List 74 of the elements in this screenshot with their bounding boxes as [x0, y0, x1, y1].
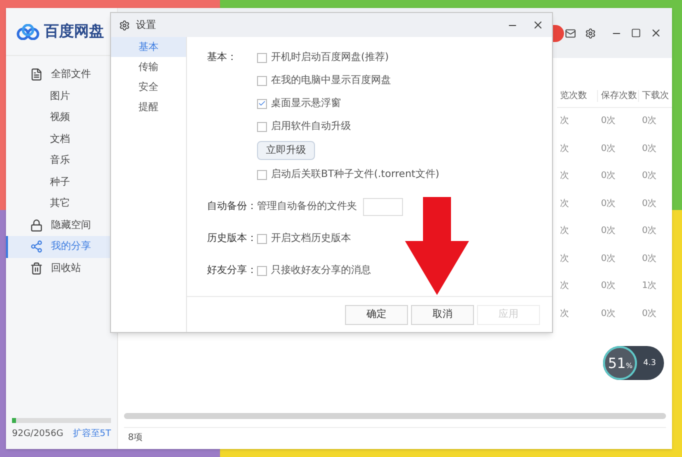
table-cell-text: 0次: [600, 252, 617, 266]
column-header: 下载次: [641, 90, 670, 102]
table-cell-text: 0次: [600, 225, 617, 238]
checkbox[interactable]: [257, 122, 267, 132]
maximize-icon[interactable]: [631, 28, 641, 38]
option-text: 管理自动备份的文件夹: [257, 200, 357, 214]
table-cell-text: 0次: [641, 225, 658, 238]
table-cell-text: 次: [559, 142, 570, 156]
mail-icon[interactable]: [565, 28, 576, 38]
table-cell-text: 0次: [641, 252, 658, 266]
table-cell-text: 1次: [641, 280, 658, 293]
share-icon: [30, 240, 43, 254]
check-icon: [258, 99, 266, 108]
settings-icon[interactable]: [585, 28, 596, 38]
scrollbar[interactable]: [124, 413, 666, 419]
storage-usage: 92G/2056G: [12, 428, 64, 440]
table-cell-text: 次: [559, 198, 570, 210]
upgrade-link[interactable]: 扩容至5T: [72, 428, 111, 441]
table-cell-text: 0次: [641, 115, 658, 128]
table-cell-text: 次: [559, 225, 570, 238]
table-cell-text: 0次: [600, 280, 617, 293]
close-icon[interactable]: [650, 27, 662, 39]
app-logo-text: 百度网盘: [44, 21, 104, 42]
arrow-icon: [405, 197, 469, 295]
table-cell-text: 次: [559, 115, 570, 128]
section-label: 自动备份：: [207, 200, 257, 214]
checkbox[interactable]: [257, 234, 267, 244]
lock-icon: [30, 218, 43, 232]
table-cell-text: 0次: [600, 308, 617, 320]
table-cell-text: 0次: [600, 115, 617, 128]
table-cell-text: 0次: [641, 170, 658, 183]
column-header: 保存次数: [598, 90, 639, 102]
settings-icon: [119, 20, 130, 30]
checkbox-option[interactable]: 只接收好友分享的消息: [257, 259, 371, 282]
table-cell-text: 0次: [641, 308, 658, 320]
table-cell-text: 0次: [641, 142, 658, 156]
document-icon: [30, 68, 43, 82]
checkbox[interactable]: [257, 52, 267, 62]
close-icon[interactable]: [532, 19, 544, 31]
trash-icon: [30, 262, 43, 275]
column-header: 览次数: [557, 90, 598, 102]
table-cell-text: 0次: [600, 198, 617, 210]
nav-tab[interactable]: 基本: [111, 37, 186, 57]
upgrade-button[interactable]: 立即升级: [257, 141, 315, 160]
table-cell-text: 0次: [600, 170, 617, 183]
checkbox-option[interactable]: 启用软件自动升级: [257, 115, 440, 138]
item-count: 8项: [128, 432, 143, 445]
speed-percent: 51: [608, 355, 626, 374]
table-cell-text: 次: [559, 170, 570, 183]
table-cell-text: 0次: [641, 198, 658, 210]
checkbox[interactable]: [257, 98, 267, 108]
dialog-button[interactable]: 取消: [411, 304, 474, 324]
checkbox-option[interactable]: 桌面显示悬浮窗: [257, 92, 440, 115]
table-cell-text: 次: [559, 308, 570, 320]
nav-tab[interactable]: 安全: [111, 77, 186, 97]
checkbox-option[interactable]: 在我的电脑中显示百度网盘: [257, 69, 440, 92]
checkbox[interactable]: [257, 170, 267, 180]
table-cell-text: 次: [559, 252, 570, 266]
checkbox[interactable]: [257, 266, 267, 276]
section-label: 基本：: [207, 50, 238, 65]
checkbox-option[interactable]: 开启文档历史版本: [257, 227, 351, 250]
dialog-title: 设置: [136, 18, 156, 32]
nav-tab[interactable]: 传输: [111, 57, 186, 77]
table-cell-text: 0次: [600, 142, 617, 156]
checkbox-option[interactable]: 开机时启动百度网盘(推荐): [257, 46, 440, 69]
checkbox[interactable]: [257, 76, 267, 86]
nav-tab[interactable]: 提醒: [111, 97, 186, 117]
table-cell-text: 次: [559, 280, 570, 293]
speed-reading: 4.3: [643, 357, 656, 369]
cloud-logo-icon: [16, 24, 40, 40]
checkbox-option[interactable]: 启动后关联BT种子文件(.torrent文件): [257, 163, 440, 186]
section-label: 历史版本：: [207, 232, 257, 246]
dialog-button[interactable]: 确定: [345, 304, 408, 324]
section-label: 好友分享：: [207, 264, 257, 278]
